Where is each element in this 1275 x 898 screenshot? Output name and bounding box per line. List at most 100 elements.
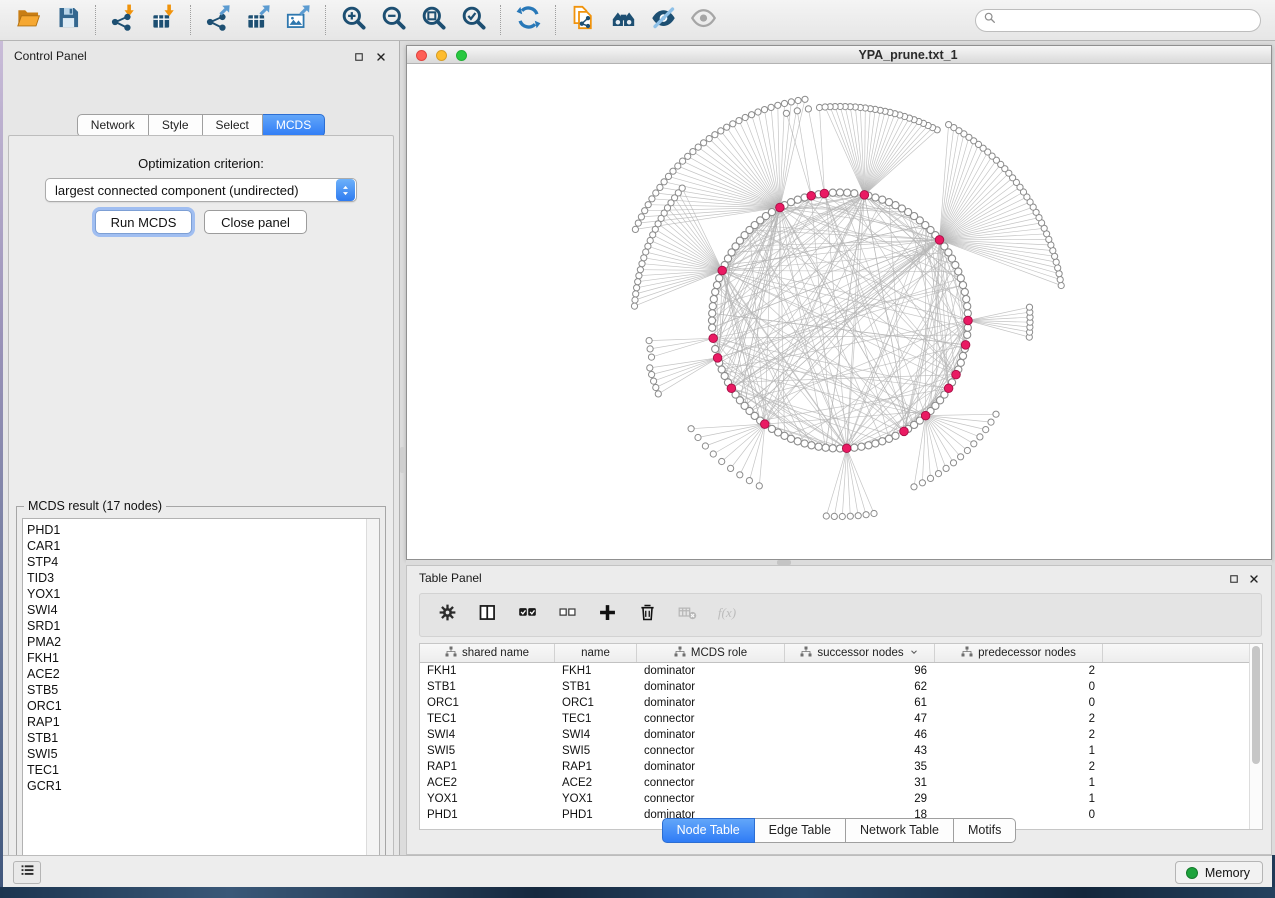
graph-leaf-node[interactable] [988, 419, 994, 425]
graph-leaf-node[interactable] [643, 249, 649, 255]
graph-leaf-node[interactable] [1055, 265, 1061, 271]
graph-leaf-node[interactable] [783, 110, 789, 116]
tab-style[interactable]: Style [149, 114, 203, 137]
graph-leaf-node[interactable] [730, 121, 736, 127]
graph-leaf-node[interactable] [690, 149, 696, 155]
graph-node[interactable] [957, 275, 964, 282]
mcds-result-item[interactable]: RAP1 [27, 714, 379, 730]
graph-leaf-node[interactable] [653, 384, 659, 390]
graph-leaf-node[interactable] [718, 128, 724, 134]
first-neighbors-button[interactable] [603, 3, 643, 37]
graph-node[interactable] [794, 196, 801, 203]
hide-selected-button[interactable] [643, 3, 683, 37]
graph-leaf-node[interactable] [775, 102, 781, 108]
graph-mcds-node[interactable] [952, 370, 961, 379]
graph-node[interactable] [885, 199, 892, 206]
graph-leaf-node[interactable] [651, 378, 657, 384]
graph-node[interactable] [713, 282, 720, 289]
graph-leaf-node[interactable] [724, 124, 730, 130]
graph-node[interactable] [892, 432, 899, 439]
graph-mcds-node[interactable] [718, 266, 727, 275]
vertical-splitter-handle[interactable] [400, 447, 405, 473]
graph-node[interactable] [879, 196, 886, 203]
graph-leaf-node[interactable] [795, 97, 801, 103]
graph-leaf-node[interactable] [863, 512, 869, 518]
import-table-button[interactable] [143, 3, 183, 37]
graph-leaf-node[interactable] [946, 122, 952, 128]
mcds-result-item[interactable]: STP4 [27, 554, 379, 570]
graph-node[interactable] [808, 442, 815, 449]
graph-leaf-node[interactable] [855, 513, 861, 519]
select-checks-button[interactable] [510, 598, 544, 632]
zoom-out-button[interactable] [373, 3, 413, 37]
graph-leaf-node[interactable] [971, 441, 977, 447]
graph-node[interactable] [709, 310, 716, 317]
table-row[interactable]: FKH1FKH1dominator962 [420, 663, 1262, 679]
graph-leaf-node[interactable] [638, 214, 644, 220]
graph-leaf-node[interactable] [706, 136, 712, 142]
graph-leaf-node[interactable] [695, 434, 701, 440]
graph-mcds-node[interactable] [761, 420, 770, 429]
table-row[interactable]: STB1STB1dominator620 [420, 679, 1262, 695]
mcds-result-item[interactable]: SRD1 [27, 618, 379, 634]
gear-button[interactable] [430, 598, 464, 632]
graph-mcds-node[interactable] [860, 191, 869, 200]
table-row[interactable]: SWI4SWI4dominator462 [420, 727, 1262, 743]
network-window-titlebar[interactable]: YPA_prune.txt_1 [407, 46, 1271, 64]
mcds-result-item[interactable]: STB5 [27, 682, 379, 698]
network-graph[interactable] [407, 64, 1271, 559]
mcds-result-item[interactable]: ORC1 [27, 698, 379, 714]
graph-mcds-node[interactable] [900, 427, 909, 436]
run-mcds-button[interactable]: Run MCDS [95, 210, 192, 234]
graph-leaf-node[interactable] [755, 109, 761, 115]
new-network-from-selection-button[interactable] [563, 3, 603, 37]
tab-node-table[interactable]: Node Table [662, 818, 755, 843]
graph-leaf-node[interactable] [993, 411, 999, 417]
mcds-result-item[interactable]: FKH1 [27, 650, 379, 666]
close-panel-button-mcds[interactable]: Close panel [204, 210, 307, 234]
graph-mcds-node[interactable] [709, 334, 718, 343]
mcds-result-item[interactable]: TEC1 [27, 762, 379, 778]
graph-leaf-node[interactable] [1056, 271, 1062, 277]
graph-leaf-node[interactable] [1026, 304, 1032, 310]
graph-leaf-node[interactable] [702, 443, 708, 449]
open-folder-button[interactable] [8, 3, 48, 37]
graph-leaf-node[interactable] [649, 371, 655, 377]
graph-leaf-node[interactable] [632, 226, 638, 232]
graph-leaf-node[interactable] [695, 144, 701, 150]
graph-leaf-node[interactable] [665, 173, 671, 179]
table-scrollbar[interactable] [1249, 644, 1262, 829]
graph-mcds-node[interactable] [713, 354, 722, 363]
graph-leaf-node[interactable] [680, 158, 686, 164]
graph-mcds-node[interactable] [961, 341, 970, 350]
graph-leaf-node[interactable] [637, 267, 643, 273]
graph-leaf-node[interactable] [645, 202, 651, 208]
export-network-button[interactable] [198, 3, 238, 37]
graph-leaf-node[interactable] [927, 475, 933, 481]
graph-leaf-node[interactable] [983, 427, 989, 433]
graph-leaf-node[interactable] [647, 365, 653, 371]
graph-node[interactable] [708, 317, 715, 324]
export-table-button[interactable] [238, 3, 278, 37]
graph-node[interactable] [794, 438, 801, 445]
memory-button[interactable]: Memory [1175, 861, 1263, 884]
graph-mcds-node[interactable] [842, 444, 851, 453]
chevron-down-icon[interactable] [909, 647, 919, 660]
graph-leaf-node[interactable] [647, 346, 653, 352]
tab-select[interactable]: Select [203, 114, 263, 137]
zoom-in-button[interactable] [333, 3, 373, 37]
graph-leaf-node[interactable] [919, 480, 925, 486]
tab-edge-table[interactable]: Edge Table [755, 818, 846, 843]
graph-leaf-node[interactable] [788, 99, 794, 105]
graph-leaf-node[interactable] [728, 465, 734, 471]
graph-leaf-node[interactable] [685, 153, 691, 159]
graph-node[interactable] [710, 296, 717, 303]
mcds-result-list[interactable]: PHD1CAR1STP4TID3YOX1SWI4SRD1PMA2FKH1ACE2… [22, 518, 380, 873]
graph-leaf-node[interactable] [632, 297, 638, 303]
graph-leaf-node[interactable] [943, 465, 949, 471]
refresh-button[interactable] [508, 3, 548, 37]
search-input[interactable] [998, 12, 1260, 30]
graph-leaf-node[interactable] [649, 196, 655, 202]
export-image-button[interactable] [278, 3, 318, 37]
graph-mcds-node[interactable] [935, 236, 944, 245]
